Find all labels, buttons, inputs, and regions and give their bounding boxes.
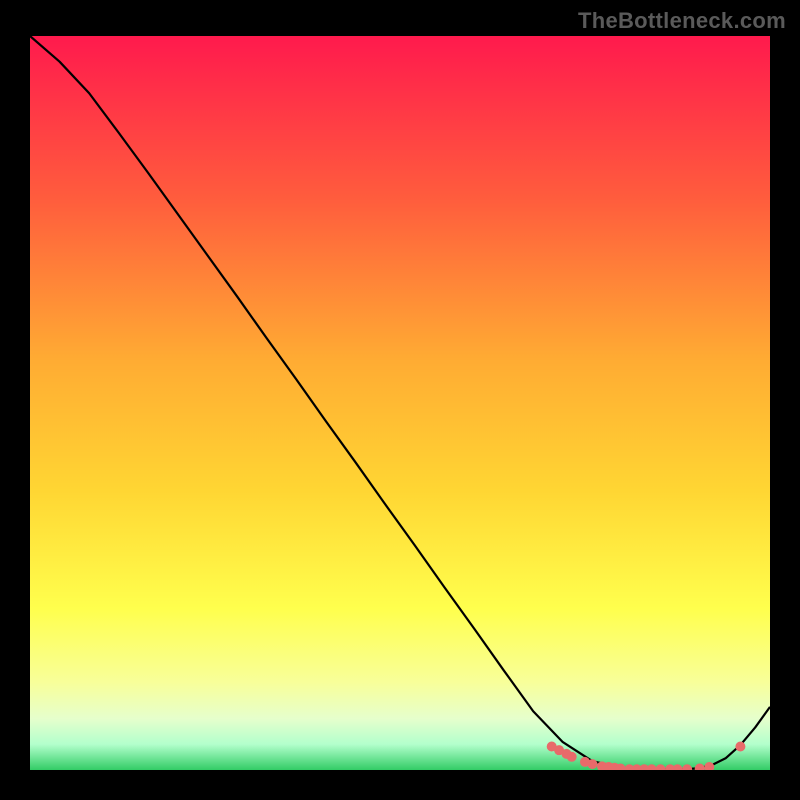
marker-point bbox=[567, 752, 577, 762]
marker-point bbox=[587, 759, 597, 769]
plot-area bbox=[30, 36, 770, 770]
watermark-text: TheBottleneck.com bbox=[578, 8, 786, 34]
chart-container: TheBottleneck.com bbox=[0, 0, 800, 800]
chart-svg bbox=[30, 36, 770, 770]
marker-point bbox=[735, 742, 745, 752]
gradient-background bbox=[30, 36, 770, 770]
